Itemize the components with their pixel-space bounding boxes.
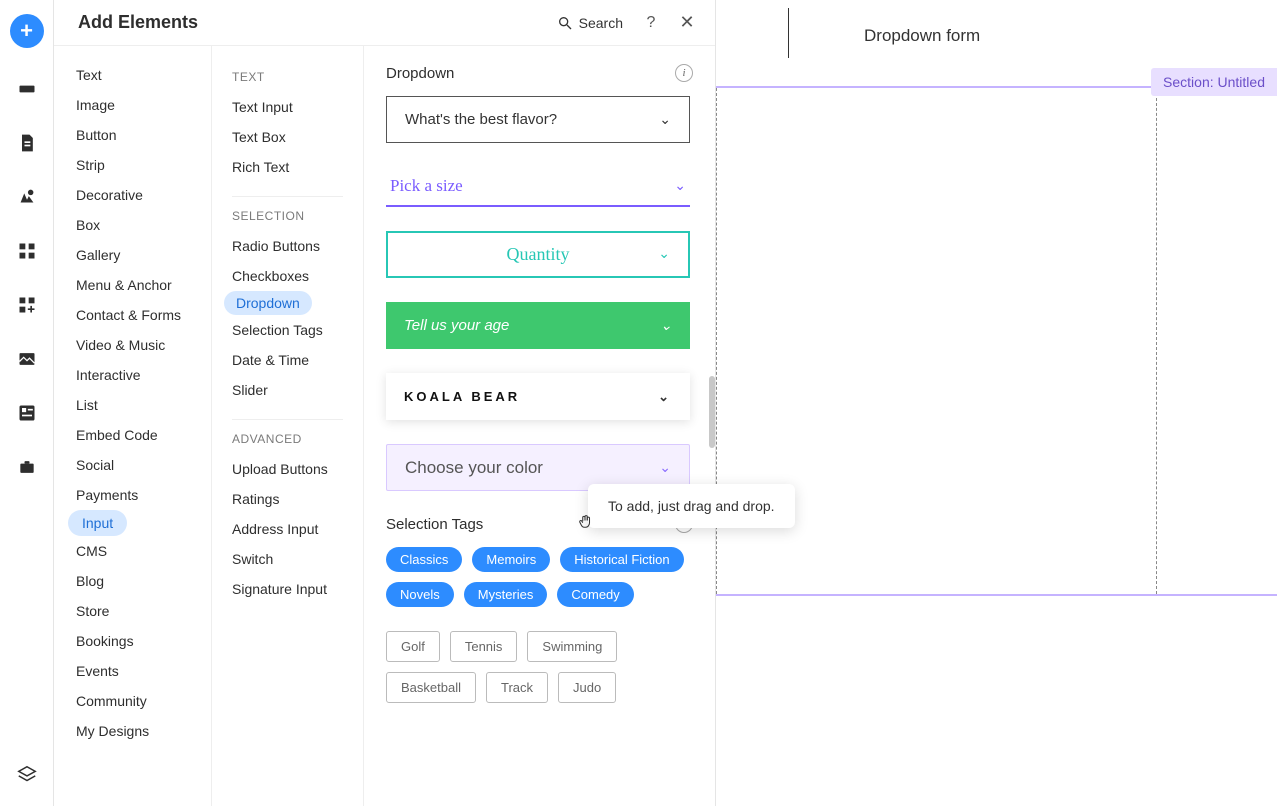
- subcategory-item[interactable]: Text Box: [212, 122, 363, 152]
- subcategory-item[interactable]: Address Input: [212, 514, 363, 544]
- dropdown-preset-2[interactable]: Pick a size ⌄: [386, 167, 690, 207]
- editor-canvas[interactable]: Dropdown form Section: Untitled: [716, 0, 1277, 806]
- chevron-down-icon: ⌄: [658, 246, 670, 263]
- subcategory-group-title: TEXT: [212, 60, 363, 92]
- category-list[interactable]: TextImageButtonStripDecorativeBoxGallery…: [54, 46, 212, 806]
- selection-tags-preset-outline[interactable]: Golf Tennis Swimming Basketball Track Judo: [386, 631, 693, 703]
- tag-pill[interactable]: Novels: [386, 582, 454, 607]
- dropdown-preset-3[interactable]: Quantity ⌄: [386, 231, 690, 278]
- pages-icon[interactable]: [14, 130, 40, 156]
- info-icon[interactable]: i: [675, 64, 693, 82]
- category-item[interactable]: Payments: [54, 480, 211, 510]
- tag-pill[interactable]: Basketball: [386, 672, 476, 703]
- category-item[interactable]: Bookings: [54, 626, 211, 656]
- category-item[interactable]: Button: [54, 120, 211, 150]
- search-icon: [557, 15, 573, 31]
- media-icon[interactable]: [14, 346, 40, 372]
- section-label[interactable]: Section: Untitled: [1151, 68, 1277, 96]
- category-item[interactable]: Gallery: [54, 240, 211, 270]
- search-button[interactable]: Search: [557, 15, 623, 31]
- panel-header: Add Elements Search ? ✕: [54, 0, 715, 46]
- subcategory-item[interactable]: Switch: [212, 544, 363, 574]
- category-item[interactable]: Strip: [54, 150, 211, 180]
- subcategory-item[interactable]: Dropdown: [224, 291, 312, 315]
- category-item[interactable]: Video & Music: [54, 330, 211, 360]
- subcategory-item[interactable]: Rich Text: [212, 152, 363, 182]
- category-item[interactable]: Contact & Forms: [54, 300, 211, 330]
- drag-drop-tooltip: To add, just drag and drop.: [588, 484, 795, 528]
- subcategory-item[interactable]: Radio Buttons: [212, 231, 363, 261]
- subcategory-item[interactable]: Signature Input: [212, 574, 363, 604]
- category-item[interactable]: Input: [68, 510, 127, 536]
- design-icon[interactable]: [14, 184, 40, 210]
- subcategory-item[interactable]: Upload Buttons: [212, 454, 363, 484]
- category-item[interactable]: Community: [54, 686, 211, 716]
- cursor-hand-icon: [576, 513, 594, 531]
- tag-pill[interactable]: Swimming: [527, 631, 617, 662]
- subcategory-item[interactable]: Text Input: [212, 92, 363, 122]
- tag-pill[interactable]: Historical Fiction: [560, 547, 683, 572]
- tag-pill[interactable]: Classics: [386, 547, 462, 572]
- strip-icon[interactable]: [14, 76, 40, 102]
- subcategory-item[interactable]: Checkboxes: [212, 261, 363, 291]
- category-item[interactable]: Blog: [54, 566, 211, 596]
- category-item[interactable]: Events: [54, 656, 211, 686]
- category-item[interactable]: Embed Code: [54, 420, 211, 450]
- chevron-down-icon: ⌄: [659, 111, 671, 128]
- category-item[interactable]: CMS: [54, 536, 211, 566]
- scrollbar-thumb[interactable]: [709, 376, 715, 448]
- chevron-down-icon: ⌄: [674, 178, 686, 195]
- layers-icon[interactable]: [14, 762, 40, 788]
- content-icon[interactable]: [14, 400, 40, 426]
- add-elements-panel: Add Elements Search ? ✕ TextImageButtonS…: [54, 0, 716, 806]
- category-item[interactable]: Interactive: [54, 360, 211, 390]
- apps-icon[interactable]: [14, 238, 40, 264]
- preview-pane: Dropdown i What's the best flavor? ⌄ Pic…: [364, 46, 715, 806]
- subcategory-item[interactable]: Selection Tags: [212, 315, 363, 345]
- tag-pill[interactable]: Mysteries: [464, 582, 548, 607]
- add-elements-icon[interactable]: +: [10, 14, 44, 48]
- tag-pill[interactable]: Judo: [558, 672, 616, 703]
- subcategory-group-title: ADVANCED: [212, 422, 363, 454]
- dropdown-heading: Dropdown: [386, 65, 454, 82]
- category-item[interactable]: My Designs: [54, 716, 211, 746]
- category-item[interactable]: Decorative: [54, 180, 211, 210]
- selection-tags-preset-blue[interactable]: Classics Memoirs Historical Fiction Novels M…: [386, 547, 693, 607]
- dropdown-preset-5[interactable]: KOALA BEAR ⌄: [386, 373, 690, 420]
- tag-pill[interactable]: Track: [486, 672, 548, 703]
- tag-pill[interactable]: Tennis: [450, 631, 518, 662]
- chevron-down-icon: ⌄: [660, 317, 672, 334]
- tag-pill[interactable]: Memoirs: [472, 547, 550, 572]
- category-item[interactable]: Menu & Anchor: [54, 270, 211, 300]
- chevron-down-icon: ⌄: [658, 389, 672, 405]
- subcategory-item[interactable]: Slider: [212, 375, 363, 405]
- subcategory-item[interactable]: Ratings: [212, 484, 363, 514]
- dropdown-preset-4[interactable]: Tell us your age ⌄: [386, 302, 690, 349]
- business-icon[interactable]: [14, 454, 40, 480]
- category-item[interactable]: List: [54, 390, 211, 420]
- left-rail: +: [0, 0, 54, 806]
- dropdown-preset-1[interactable]: What's the best flavor? ⌄: [386, 96, 690, 143]
- selection-tags-heading: Selection Tags: [386, 516, 483, 533]
- category-item[interactable]: Box: [54, 210, 211, 240]
- category-item[interactable]: Image: [54, 90, 211, 120]
- search-label: Search: [579, 15, 623, 31]
- subcategory-list[interactable]: TEXTText InputText BoxRich Text SELECTION…: [212, 46, 364, 806]
- subcategory-item[interactable]: Date & Time: [212, 345, 363, 375]
- panel-title: Add Elements: [78, 12, 198, 33]
- ruler-mark: [788, 8, 789, 58]
- guide-line-right: [1156, 88, 1157, 594]
- page-title: Dropdown form: [864, 26, 980, 46]
- chevron-down-icon: ⌄: [659, 459, 671, 476]
- close-icon[interactable]: ✕: [679, 15, 695, 31]
- category-item[interactable]: Text: [54, 60, 211, 90]
- section-frame[interactable]: [716, 86, 1277, 596]
- app-market-icon[interactable]: [14, 292, 40, 318]
- tag-pill[interactable]: Golf: [386, 631, 440, 662]
- tag-pill[interactable]: Comedy: [557, 582, 633, 607]
- category-item[interactable]: Social: [54, 450, 211, 480]
- category-item[interactable]: Store: [54, 596, 211, 626]
- subcategory-group-title: SELECTION: [212, 199, 363, 231]
- help-icon[interactable]: ?: [643, 15, 659, 31]
